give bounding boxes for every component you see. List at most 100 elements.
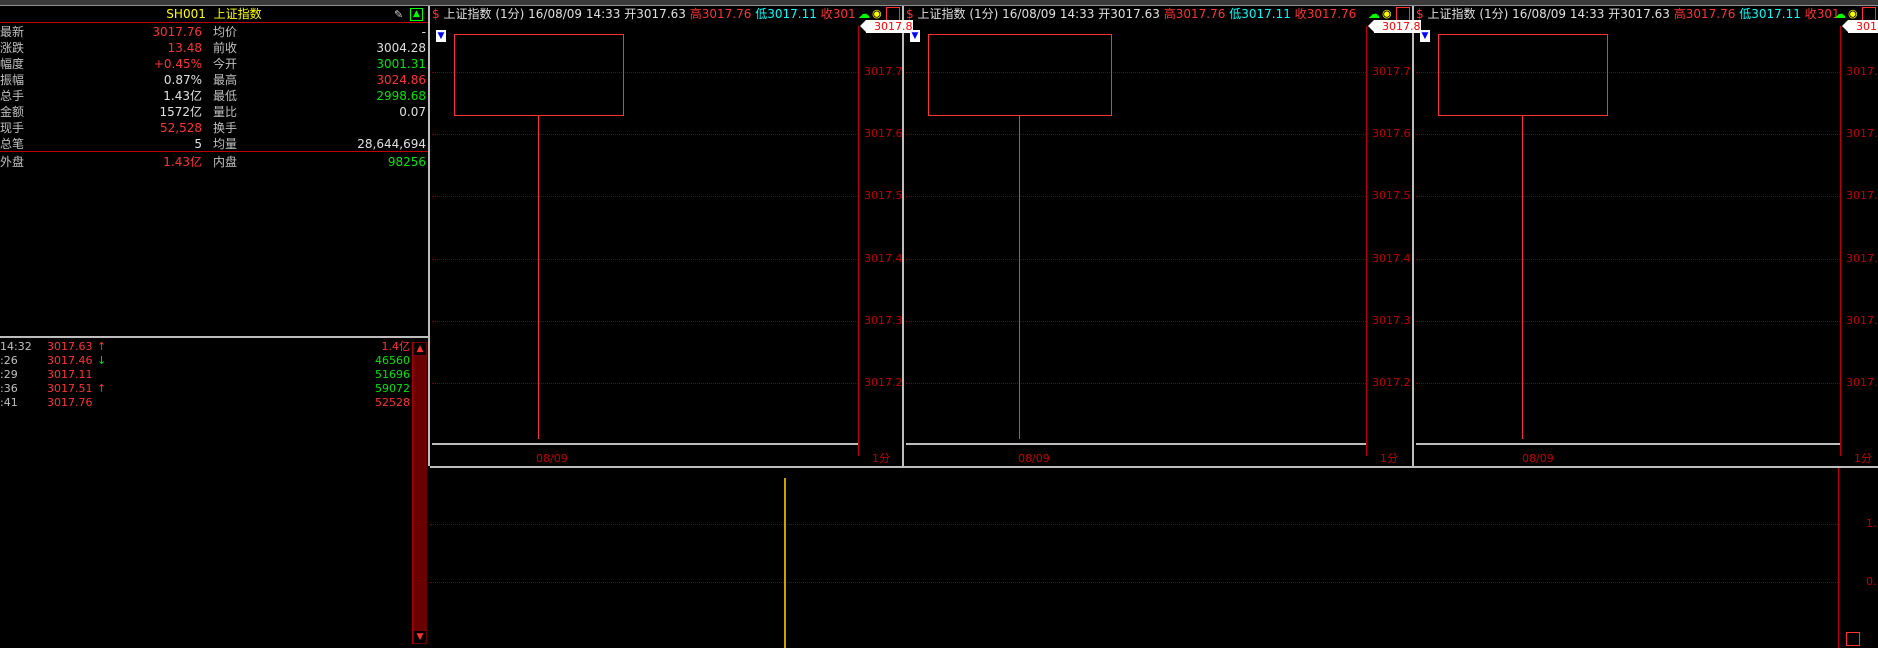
quote-label: 现手 (0, 121, 25, 135)
chart-name: 上证指数 (917, 7, 966, 21)
close-value: 3017.76 (1306, 7, 1357, 21)
x-axis-label: 08/09 (1522, 452, 1554, 465)
tick-row: :41 3017.76 52528 (0, 396, 410, 410)
separator (0, 151, 428, 152)
quote-label: 均价 (213, 25, 238, 39)
high-value: 3017.76 (1175, 7, 1226, 21)
quote-row: 最新 3017.76 均价 - (0, 24, 428, 40)
pin-icon[interactable]: ✎ (394, 8, 403, 21)
quote-row: 金额 1572亿 量比 0.07 (0, 104, 428, 120)
tick-price: 3017.51 (47, 382, 93, 395)
kline-chart-panel[interactable]: $ 上证指数 (1分) 16/08/09 14:33 开3017.63 高301… (432, 6, 913, 466)
tick-volume: 46560 (375, 354, 410, 367)
dollar-icon: $ (1416, 7, 1424, 21)
divider (428, 6, 430, 466)
tick-price: 3017.63 (47, 340, 93, 353)
close-panel-icon[interactable] (1862, 7, 1876, 21)
quote-value: +0.45% (153, 57, 202, 71)
y-axis-label: 3017.6 (864, 127, 903, 140)
volume-bar (784, 478, 786, 648)
y-axis-label: 3017.5 (1846, 189, 1878, 202)
grid-line (432, 259, 858, 260)
chart-period: (1分) (969, 7, 999, 21)
outer-label: 外盘 (0, 155, 25, 169)
dollar-icon: $ (432, 7, 440, 21)
quote-panel: SH001 上证指数 ✎ ▲ 最新 3017.76 均价 - 涨跌 13.48 前收 3004… (0, 6, 430, 336)
outer-value: 1.43亿 (163, 155, 202, 169)
quote-label: 幅度 (0, 57, 25, 71)
kline-chart-panel[interactable]: $ 上证指数 (1分) 16/08/09 14:33 开3017.63 高301… (1416, 6, 1878, 466)
tick-scrollbar[interactable]: ▲ ▼ (412, 342, 427, 644)
close-panel-icon[interactable] (1396, 7, 1410, 21)
eye-icon[interactable]: ◉ (872, 7, 882, 20)
grid-line (906, 134, 1366, 135)
chart-period: (1分) (1479, 7, 1509, 21)
y-axis-label: 3017.3 (864, 314, 903, 327)
plot-area: 3017.7 3017.6 3017.5 3017.4 3017.3 3017.2 (432, 26, 903, 456)
plot-area: 3017.7 3017.6 3017.5 3017.4 3017.3 3017.2 (906, 26, 1411, 456)
stock-name: 上证指数 (213, 7, 262, 21)
close-label: 收 (820, 7, 833, 21)
cloud-icon[interactable]: ☁ (858, 7, 870, 21)
grid-line (1416, 383, 1840, 384)
y-axis-label: 3017.7 (1372, 65, 1411, 78)
period-label[interactable]: 1分 (1380, 450, 1398, 466)
y-axis-label: 3017.5 (1372, 189, 1411, 202)
candle-body (928, 34, 1112, 116)
kline-chart-panel[interactable]: $ 上证指数 (1分) 16/08/09 14:33 开3017.63 高301… (906, 6, 1421, 466)
plot-area: 3017.7 3017.6 3017.5 3017.4 3017.3 3017.2 (1416, 26, 1878, 456)
tick-time: :41 (0, 396, 18, 409)
scroll-up-icon[interactable]: ▲ (414, 343, 426, 355)
last-price-tag: 3017.8 (1368, 20, 1421, 33)
grid-line (906, 383, 1366, 384)
maximize-icon[interactable] (1846, 632, 1860, 646)
tick-time: :26 (0, 354, 18, 367)
collapse-icon[interactable]: ▲ (410, 8, 423, 21)
quote-row: 振幅 0.87% 最高 3024.86 (0, 72, 428, 88)
quote-value: 0.87% (163, 73, 202, 87)
quote-label: 均量 (213, 137, 238, 151)
y-axis-label: 3017.3 (1846, 314, 1878, 327)
x-axis-line (1416, 443, 1840, 445)
quote-label: 总手 (0, 89, 25, 103)
quote-label: 最高 (213, 73, 238, 87)
vol-y-label: 0. (1866, 575, 1877, 588)
quote-value: 3017.76 (152, 25, 202, 39)
low-value: 3017.11 (1241, 7, 1291, 21)
grid-line (1416, 196, 1840, 197)
period-label[interactable]: 1分 (872, 450, 890, 466)
x-axis-line (906, 443, 1366, 445)
quote-label: 今开 (213, 57, 238, 71)
candle-body (1438, 34, 1608, 116)
scroll-down-icon[interactable]: ▼ (414, 631, 426, 643)
vol-y-label: 1. (1866, 517, 1877, 530)
quote-row: 涨跌 13.48 前收 3004.28 (0, 40, 428, 56)
grid-line (432, 321, 858, 322)
grid-line (432, 196, 858, 197)
period-label[interactable]: 1分 (1854, 450, 1872, 466)
quote-title: SH001 上证指数 (0, 6, 428, 22)
separator (0, 22, 428, 23)
tick-arrow-icon: ↓ (97, 354, 107, 367)
quote-value: 5 (194, 137, 202, 151)
grid-line (1416, 259, 1840, 260)
quote-value: 3001.31 (376, 57, 426, 71)
close-panel-icon[interactable] (886, 7, 900, 21)
tick-panel: 14:32 3017.63 ↑ 1.4亿:26 3017.46 ↓ 46560:29 3017… (0, 336, 428, 648)
chart-header: $ 上证指数 (1分) 16/08/09 14:33 开3017.63 高301… (1416, 6, 1840, 22)
cloud-icon[interactable]: ☁ (1834, 7, 1846, 21)
eye-icon[interactable]: ◉ (1848, 7, 1858, 20)
quote-label: 换手 (213, 121, 238, 135)
x-axis-label: 08/09 (536, 452, 568, 465)
cloud-icon[interactable]: ☁ (1368, 7, 1380, 21)
tick-row: 14:32 3017.63 ↑ 1.4亿 (0, 340, 410, 354)
volume-panel: 1. 0. (430, 466, 1878, 648)
quote-label: 振幅 (0, 73, 25, 87)
inner-label: 内盘 (213, 155, 238, 169)
grid-line (430, 524, 1838, 525)
tick-time: :29 (0, 368, 18, 381)
quote-row: 现手 52,528 换手 (0, 120, 428, 136)
quote-row: 总手 1.43亿 最低 2998.68 (0, 88, 428, 104)
eye-icon[interactable]: ◉ (1382, 7, 1392, 20)
quote-row: 幅度 +0.45% 今开 3001.31 (0, 56, 428, 72)
